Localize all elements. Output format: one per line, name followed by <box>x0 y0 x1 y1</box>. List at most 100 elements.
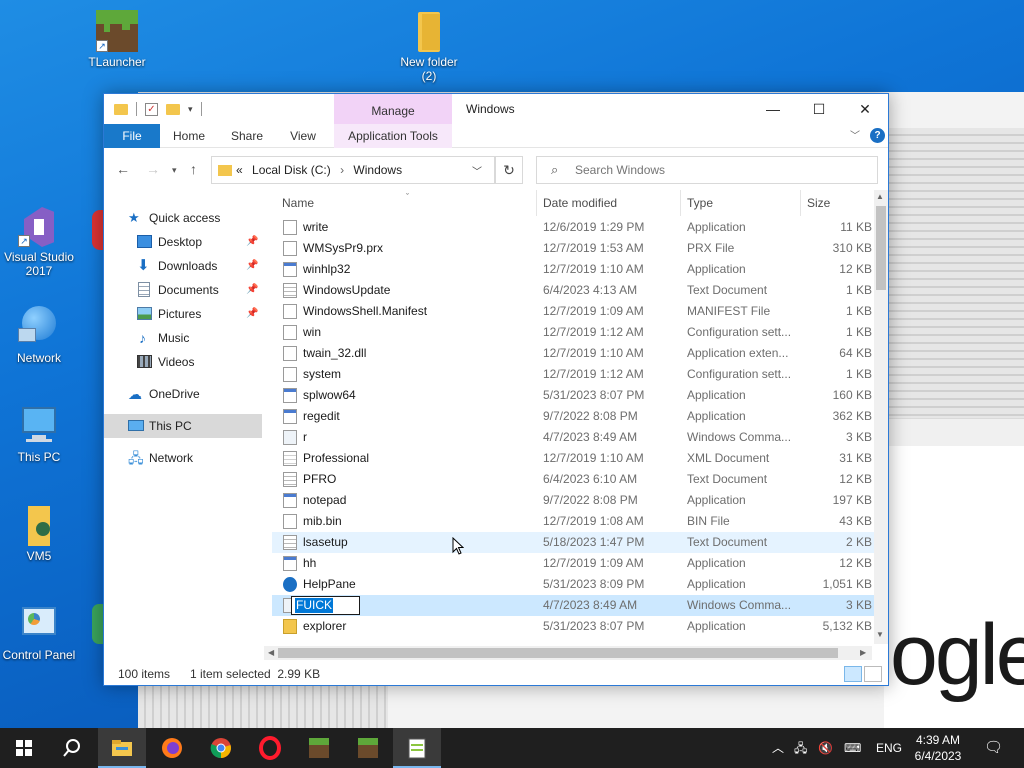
search-box[interactable]: ⌕ <box>536 156 878 184</box>
network-tray-icon[interactable]: 🖧 <box>794 728 807 768</box>
table-row[interactable]: WindowsShell.Manifest 12/7/2019 1:09 AM MA… <box>272 301 874 322</box>
nav-videos[interactable]: Videos <box>104 350 262 374</box>
breadcrumb-local-disk[interactable]: Local Disk (C:) <box>252 163 331 177</box>
desktop-icon-visual-studio[interactable]: ↗ Visual Studio 2017 <box>0 205 79 278</box>
table-row[interactable]: write 12/6/2019 1:29 PM Application 11 KB <box>272 217 874 238</box>
table-row[interactable]: hh 12/7/2019 1:09 AM Application 12 KB <box>272 553 874 574</box>
desktop-icon-tlauncher[interactable]: ↗ TLauncher <box>77 10 157 69</box>
breadcrumb-overflow[interactable]: « <box>236 163 243 177</box>
horizontal-scrollbar[interactable]: ◀ ▶ <box>264 646 872 660</box>
table-row[interactable]: explorer 5/31/2023 8:07 PM Application 5,13… <box>272 616 874 637</box>
tab-file[interactable]: File <box>104 124 160 148</box>
start-button[interactable] <box>0 728 48 768</box>
taskbar-minecraft-2[interactable] <box>344 728 392 768</box>
pin-icon[interactable]: 📌 <box>246 302 258 326</box>
close-icon[interactable]: ✕ <box>842 94 888 124</box>
back-icon[interactable]: ← <box>116 161 130 177</box>
nav-desktop[interactable]: Desktop 📌 <box>104 230 262 254</box>
chevron-right-icon[interactable]: › <box>340 163 344 177</box>
table-row[interactable]: system 12/7/2019 1:12 AM Configuration set… <box>272 364 874 385</box>
table-row[interactable]: FUICK 4/7/2023 8:49 AM Windows Comma... 3 K… <box>272 595 874 616</box>
scroll-down-icon[interactable]: ▼ <box>876 630 884 639</box>
nav-quick-access[interactable]: ★ Quick access <box>104 206 262 230</box>
table-row[interactable]: win 12/7/2019 1:12 AM Configuration sett..… <box>272 322 874 343</box>
scroll-thumb[interactable] <box>278 648 838 658</box>
table-row[interactable]: lsasetup 5/18/2023 1:47 PM Text Document 2 … <box>272 532 874 553</box>
table-row[interactable]: WMSysPr9.prx 12/7/2019 1:53 AM PRX File 310… <box>272 238 874 259</box>
manage-tab[interactable]: Manage <box>334 94 452 124</box>
table-row[interactable]: twain_32.dll 12/7/2019 1:10 AM Application… <box>272 343 874 364</box>
taskbar-chrome[interactable] <box>197 728 245 768</box>
search-input[interactable] <box>575 161 865 179</box>
pin-icon[interactable]: 📌 <box>246 278 258 302</box>
notifications-icon[interactable]: 🗨 <box>984 728 1003 768</box>
address-bar[interactable]: « Local Disk (C:) › Windows ﹀ <box>211 156 495 184</box>
table-row[interactable]: splwow64 5/31/2023 8:07 PM Application 160 … <box>272 385 874 406</box>
column-header-date[interactable]: Date modified <box>536 190 680 216</box>
taskbar-file-explorer[interactable] <box>98 728 146 768</box>
scroll-thumb[interactable] <box>876 206 886 290</box>
nav-onedrive[interactable]: ☁ OneDrive <box>104 382 262 406</box>
table-row[interactable]: notepad 9/7/2022 8:08 PM Application 197 KB <box>272 490 874 511</box>
desktop-icon-control-panel[interactable]: Control Panel <box>0 603 79 662</box>
taskbar-firefox[interactable] <box>148 728 196 768</box>
folder-icon[interactable] <box>114 103 128 115</box>
table-row[interactable]: regedit 9/7/2022 8:08 PM Application 362 KB <box>272 406 874 427</box>
nav-music[interactable]: ♪ Music <box>104 326 262 350</box>
taskbar-opera[interactable] <box>246 728 294 768</box>
minimize-icon[interactable]: — <box>750 94 796 124</box>
recent-locations-icon[interactable]: ▾ <box>172 165 177 176</box>
new-folder-icon[interactable] <box>166 103 180 115</box>
help-icon[interactable]: ? <box>870 128 885 143</box>
desktop-icon-new-folder[interactable]: New folder (2) <box>389 10 469 83</box>
maximize-icon[interactable]: ☐ <box>796 94 842 124</box>
volume-muted-icon[interactable]: 🔇 <box>818 728 833 768</box>
rename-field[interactable]: FUICK <box>291 596 360 615</box>
breadcrumb-windows[interactable]: Windows <box>353 163 402 177</box>
search-button[interactable] <box>48 728 96 768</box>
tab-application-tools[interactable]: Application Tools <box>334 124 452 148</box>
expand-ribbon-icon[interactable]: ﹀ <box>850 127 860 142</box>
table-row[interactable]: PFRO 6/4/2023 6:10 AM Text Document 12 KB <box>272 469 874 490</box>
language-indicator[interactable]: ENG <box>876 728 902 768</box>
keyboard-icon[interactable]: ⌨ <box>844 728 861 768</box>
nav-this-pc[interactable]: This PC <box>104 414 262 438</box>
table-row[interactable]: HelpPane 5/31/2023 8:09 PM Application 1,05… <box>272 574 874 595</box>
scroll-up-icon[interactable]: ▲ <box>876 192 884 201</box>
chevron-down-icon[interactable]: ﹀ <box>472 163 482 178</box>
desktop-icon-this-pc[interactable]: This PC <box>0 405 79 464</box>
table-row[interactable]: mib.bin 12/7/2019 1:08 AM BIN File 43 KB <box>272 511 874 532</box>
nav-downloads[interactable]: ⬇ Downloads 📌 <box>104 254 262 278</box>
nav-documents[interactable]: Documents 📌 <box>104 278 262 302</box>
desktop-icon-vm5[interactable]: VM5 <box>0 504 79 563</box>
taskbar-minecraft-1[interactable] <box>295 728 343 768</box>
nav-network[interactable]: 🖧 Network <box>104 446 262 470</box>
pin-icon[interactable]: 📌 <box>246 230 258 254</box>
scroll-left-icon[interactable]: ◀ <box>268 646 274 660</box>
table-row[interactable]: r 4/7/2023 8:49 AM Windows Comma... 3 KB <box>272 427 874 448</box>
table-row[interactable]: WindowsUpdate 6/4/2023 4:13 AM Text Docume… <box>272 280 874 301</box>
table-row[interactable]: winhlp32 12/7/2019 1:10 AM Application 12 K… <box>272 259 874 280</box>
properties-check-icon[interactable]: ✓ <box>145 102 158 116</box>
refresh-button[interactable]: ↻ <box>495 156 523 184</box>
column-header-size[interactable]: Size <box>800 190 874 216</box>
clock[interactable]: 4:39 AM 6/4/2023 <box>904 732 972 764</box>
column-header-type[interactable]: Type <box>680 190 800 216</box>
column-header-name[interactable]: Name ˇ <box>276 190 538 216</box>
scroll-right-icon[interactable]: ▶ <box>860 646 866 660</box>
forward-icon[interactable]: → <box>146 161 160 177</box>
up-icon[interactable]: ↑ <box>190 161 197 177</box>
show-hidden-icons[interactable]: ︿ <box>772 728 784 768</box>
tab-home[interactable]: Home <box>164 124 214 148</box>
title-bar[interactable]: ✓ ▾ Manage Windows — ☐ ✕ <box>104 94 888 124</box>
tab-view[interactable]: View <box>280 124 326 148</box>
customize-qat-icon[interactable]: ▾ <box>188 104 193 115</box>
taskbar-notepadpp[interactable] <box>393 728 441 768</box>
details-view-icon[interactable] <box>844 666 862 682</box>
desktop-icon-network[interactable]: Network <box>0 306 79 365</box>
large-icons-view-icon[interactable] <box>864 666 882 682</box>
tab-share[interactable]: Share <box>222 124 272 148</box>
nav-pictures[interactable]: Pictures 📌 <box>104 302 262 326</box>
table-row[interactable]: Professional 12/7/2019 1:10 AM XML Documen… <box>272 448 874 469</box>
pin-icon[interactable]: 📌 <box>246 254 258 278</box>
